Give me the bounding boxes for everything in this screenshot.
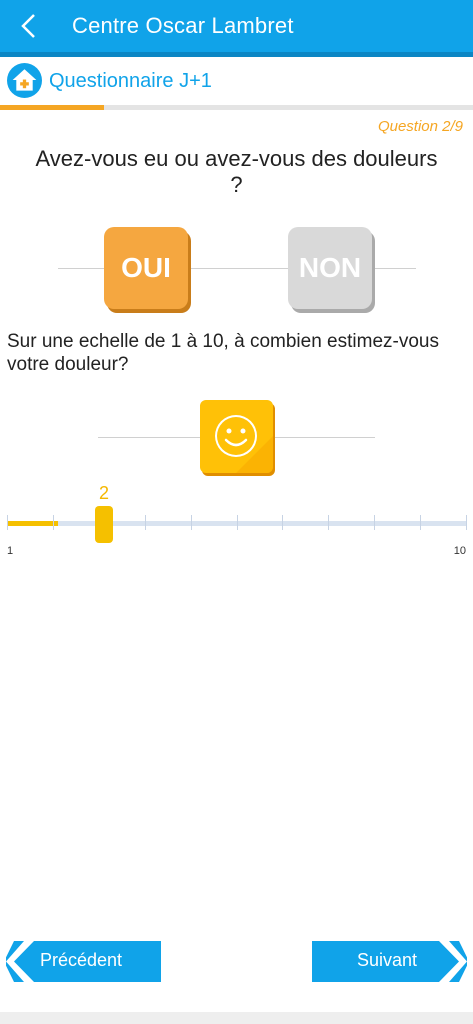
slider-fill: [7, 521, 58, 526]
slider-tick: [145, 515, 146, 530]
slider-tick: [466, 515, 467, 530]
house-icon: [12, 69, 37, 91]
progress-fill: [0, 105, 104, 110]
slider-tick: [282, 515, 283, 530]
previous-button[interactable]: Précédent: [6, 941, 161, 982]
smiley-face-icon: [200, 400, 273, 473]
slider-thumb[interactable]: [95, 506, 113, 543]
slider-tick: [237, 515, 238, 530]
screen: Centre Oscar Lambret Questionnaire J+1 Q…: [0, 0, 473, 1024]
slider-tick: [53, 515, 54, 530]
back-button[interactable]: [10, 8, 46, 44]
system-nav-bar: [0, 1012, 473, 1024]
home-icon[interactable]: [7, 63, 42, 98]
questionnaire-title: Questionnaire J+1: [49, 70, 212, 92]
no-button[interactable]: NON: [288, 227, 372, 309]
app-bar: Centre Oscar Lambret: [0, 0, 473, 52]
slider-tick: [420, 515, 421, 530]
divider-line: [372, 268, 416, 269]
slider-tick: [191, 515, 192, 530]
question-text: Avez-vous eu ou avez-vous des douleurs ?: [35, 146, 438, 197]
previous-label: Précédent: [40, 950, 123, 970]
questionnaire-progress: [0, 105, 473, 110]
yes-button[interactable]: OUI: [104, 227, 188, 309]
pain-scale-question: Sur une echelle de 1 à 10, à combien est…: [7, 331, 439, 375]
divider-line: [190, 268, 290, 269]
divider-line: [58, 268, 108, 269]
app-title: Centre Oscar Lambret: [72, 13, 294, 38]
slider-tick: [7, 515, 8, 530]
slider-min-label: 1: [7, 545, 14, 557]
chevron-left-icon: [6, 941, 34, 982]
questionnaire-header: Questionnaire J+1: [0, 57, 473, 104]
chevron-left-icon: [21, 14, 35, 38]
chevron-right-icon: [439, 941, 467, 982]
next-label: Suivant: [357, 950, 418, 970]
smile-icon: [215, 415, 273, 473]
slider-value: 2: [98, 483, 109, 503]
slider-tick: [374, 515, 375, 530]
next-button[interactable]: Suivant: [312, 941, 467, 982]
question-counter: Question 2/9: [377, 118, 463, 135]
slider-tick: [328, 515, 329, 530]
slider-max-label: 10: [453, 545, 466, 557]
